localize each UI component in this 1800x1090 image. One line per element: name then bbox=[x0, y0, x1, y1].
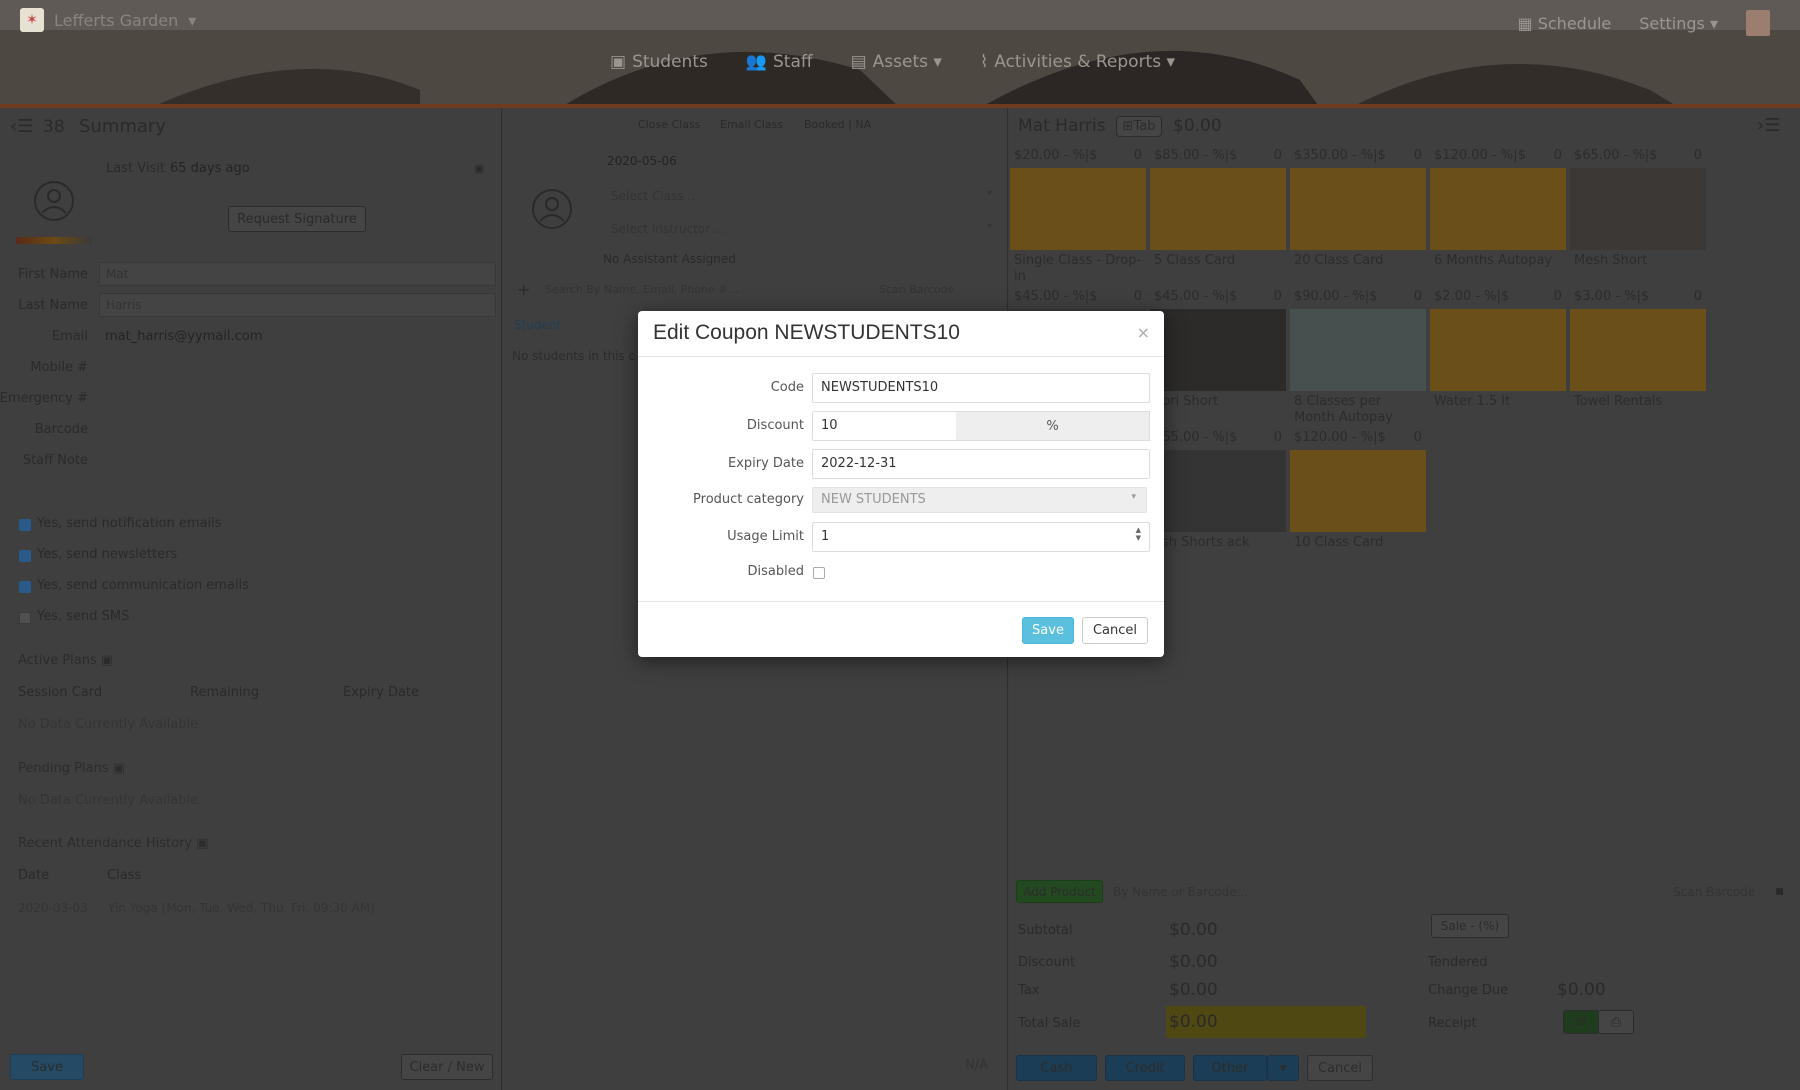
disabled-label: Disabled bbox=[747, 564, 804, 579]
discount-unit-toggle[interactable]: % bbox=[956, 411, 1150, 441]
modal-title: Edit Coupon NEWSTUDENTS10 bbox=[653, 321, 960, 344]
chevron-down-icon: ▾ bbox=[1131, 492, 1136, 502]
edit-coupon-modal: Edit Coupon NEWSTUDENTS10 × Code NEWSTUD… bbox=[638, 311, 1164, 657]
discount-row: Discount 10 % bbox=[638, 411, 1164, 441]
code-row: Code NEWSTUDENTS10 bbox=[638, 373, 1164, 403]
discount-label: Discount bbox=[746, 418, 804, 433]
expiry-date-label: Expiry Date bbox=[727, 456, 804, 471]
disabled-row: Disabled bbox=[638, 560, 1164, 590]
product-category-select[interactable]: NEW STUDENTS ▾ bbox=[812, 487, 1147, 513]
number-spinner-icon[interactable]: ▲ ▼ bbox=[1136, 526, 1141, 542]
code-input[interactable]: NEWSTUDENTS10 bbox=[812, 373, 1150, 403]
expiry-row: Expiry Date 2022-12-31 bbox=[638, 449, 1164, 479]
usage-row: Usage Limit 1 ▲ ▼ bbox=[638, 522, 1164, 552]
usage-limit-label: Usage Limit bbox=[727, 529, 804, 544]
expiry-date-input[interactable]: 2022-12-31 bbox=[812, 449, 1150, 479]
modal-header: Edit Coupon NEWSTUDENTS10 × bbox=[638, 311, 1164, 357]
disabled-checkbox[interactable] bbox=[813, 567, 825, 579]
cancel-button[interactable]: Cancel bbox=[1082, 617, 1148, 644]
discount-input[interactable]: 10 bbox=[812, 411, 957, 441]
product-category-value: NEW STUDENTS bbox=[821, 492, 926, 507]
close-icon[interactable]: × bbox=[1137, 323, 1150, 342]
usage-limit-value: 1 bbox=[821, 529, 830, 544]
usage-limit-input[interactable]: 1 ▲ ▼ bbox=[812, 522, 1150, 552]
save-button[interactable]: Save bbox=[1022, 617, 1074, 644]
product-category-label: Product category bbox=[693, 492, 804, 507]
code-label: Code bbox=[770, 380, 804, 395]
modal-footer: Save Cancel bbox=[638, 601, 1164, 657]
category-row: Product category NEW STUDENTS ▾ bbox=[638, 487, 1164, 513]
